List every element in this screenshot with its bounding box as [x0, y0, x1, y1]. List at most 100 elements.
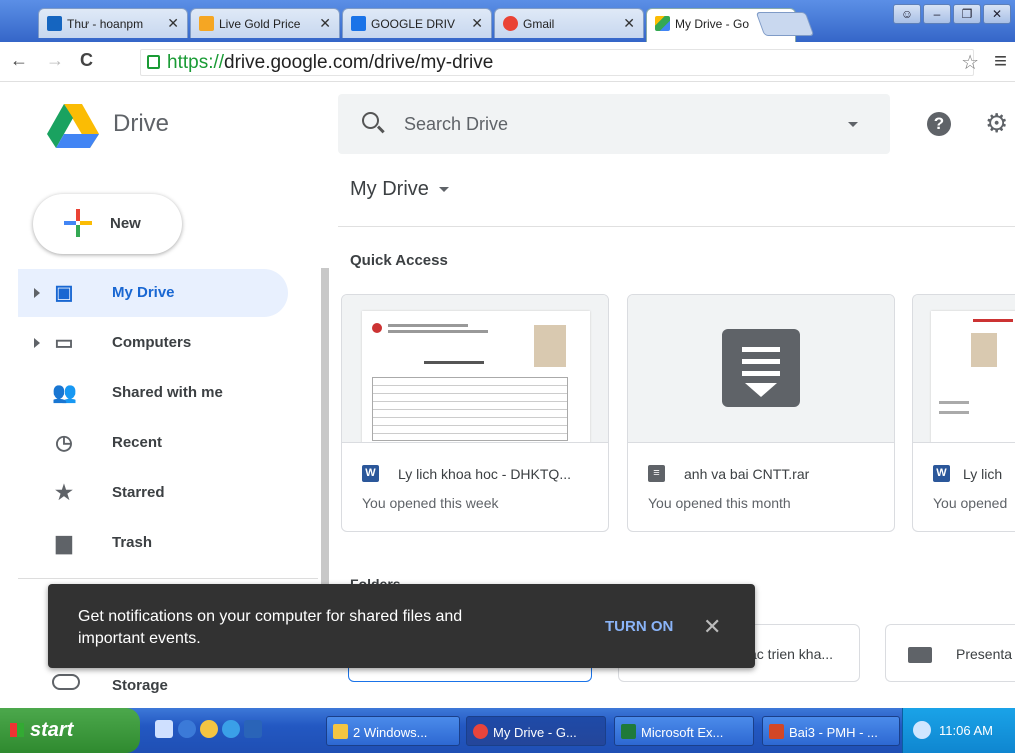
trash-icon: ▆ — [56, 532, 72, 554]
forward-icon[interactable]: → — [46, 50, 64, 71]
page-title[interactable]: My Drive — [350, 178, 449, 201]
header-divider — [338, 226, 1015, 227]
sidebar-item-label: Storage — [112, 677, 168, 694]
sidebar-item-my-drive[interactable]: ▣ My Drive — [18, 269, 288, 317]
taskbar-button[interactable]: Bai3 - PMH - ... — [762, 716, 900, 746]
tab-title: Live Gold Price — [219, 17, 301, 31]
browser-tab[interactable]: Live Gold Price ✕ — [190, 8, 340, 38]
reload-icon[interactable]: C — [80, 50, 93, 71]
window-controls: ☺ – ❐ ✕ — [893, 4, 1011, 24]
folder-name: Presenta — [956, 646, 1013, 662]
file-name: Ly lich — [963, 466, 1003, 482]
sidebar-item-label: Computers — [112, 334, 192, 351]
sidebar-item-label: Trash — [112, 534, 153, 551]
word-file-icon: W — [362, 465, 379, 482]
media-player-icon[interactable] — [178, 720, 196, 738]
close-tab-icon[interactable]: ✕ — [623, 15, 635, 32]
quick-access-card[interactable]: ≡ anh va bai CNTT.rar You opened this mo… — [627, 294, 895, 532]
search-options-chevron-icon[interactable] — [848, 122, 858, 127]
address-bar: ← → C https://drive.google.com/drive/my-… — [0, 42, 1015, 82]
last-opened-text: You opened — [933, 495, 1008, 511]
plus-icon — [64, 209, 92, 237]
chevron-down-icon — [438, 187, 449, 193]
quick-access-card[interactable]: W Ly lich You opened — [912, 294, 1015, 532]
tab-title: Thư - hoanpm — [67, 17, 144, 31]
url-scheme: https:// — [167, 52, 225, 73]
sidebar-item-shared-with-me[interactable]: 👥 Shared with me — [18, 369, 288, 417]
task-label: Microsoft Ex... — [641, 725, 724, 740]
user-icon[interactable]: ☺ — [893, 4, 921, 24]
taskbar-button[interactable]: 2 Windows... — [326, 716, 460, 746]
tab-title: Gmail — [523, 17, 555, 31]
expand-arrow-icon[interactable] — [34, 338, 40, 348]
close-tab-icon[interactable]: ✕ — [319, 15, 331, 32]
browser-tab[interactable]: Thư - hoanpm ✕ — [38, 8, 188, 38]
computers-icon: ▭ — [54, 332, 74, 354]
bookmark-star-icon[interactable]: ☆ — [961, 50, 979, 75]
taskbar-button-active[interactable]: My Drive - G... — [466, 716, 606, 746]
browser-tab[interactable]: GOOGLE DRIV ✕ — [342, 8, 492, 38]
last-opened-text: You opened this week — [362, 495, 499, 511]
messenger-icon[interactable] — [200, 720, 218, 738]
close-tab-icon[interactable]: ✕ — [471, 15, 483, 32]
sidebar-scrollbar[interactable] — [321, 268, 329, 598]
outlook-icon — [47, 16, 62, 31]
show-desktop-icon[interactable] — [155, 720, 173, 738]
cloud-icon — [52, 674, 80, 690]
browser-tab[interactable]: Gmail ✕ — [494, 8, 644, 38]
sidebar-item-computers[interactable]: ▭ Computers — [18, 319, 288, 367]
search-box[interactable]: Search Drive — [338, 94, 890, 154]
new-button-label: New — [110, 215, 141, 232]
drive-favicon-icon — [655, 16, 670, 31]
maximize-icon[interactable]: ❐ — [953, 4, 981, 24]
search-input[interactable]: Search Drive — [404, 114, 508, 135]
url-field[interactable]: https://drive.google.com/drive/my-drive — [140, 49, 974, 76]
task-label: 2 Windows... — [353, 725, 428, 740]
taskbar-button[interactable]: Microsoft Ex... — [614, 716, 754, 746]
browser-tab-bar: Thư - hoanpm ✕ Live Gold Price ✕ GOOGLE … — [0, 0, 1015, 42]
sidebar-item-label: My Drive — [112, 284, 175, 301]
docs-icon — [351, 16, 366, 31]
drive-icon: ▣ — [54, 282, 74, 304]
turn-on-button[interactable]: TURN ON — [605, 618, 673, 635]
expand-arrow-icon[interactable] — [34, 288, 40, 298]
task-label: My Drive - G... — [493, 725, 577, 740]
back-icon[interactable]: ← — [10, 50, 28, 71]
close-tab-icon[interactable]: ✕ — [167, 15, 179, 32]
people-icon: 👥 — [52, 382, 77, 404]
network-icon[interactable] — [913, 721, 931, 739]
clock-icon: ◷ — [55, 432, 73, 454]
close-window-icon[interactable]: ✕ — [983, 4, 1011, 24]
close-icon[interactable]: ✕ — [703, 614, 721, 640]
browser-menu-icon[interactable]: ≡ — [994, 48, 1007, 74]
app-name: Drive — [113, 110, 170, 137]
tab-title: My Drive - Go — [675, 17, 750, 31]
minimize-icon[interactable]: – — [923, 4, 951, 24]
page-title-text: My Drive — [350, 178, 429, 200]
google-icon — [503, 16, 518, 31]
clock[interactable]: 11:06 AM — [939, 723, 993, 738]
notification-snackbar: Get notifications on your computer for s… — [48, 584, 755, 668]
sidebar-item-starred[interactable]: ★ Starred — [18, 469, 288, 517]
help-icon[interactable]: ? — [927, 112, 951, 136]
document-preview — [931, 311, 1015, 442]
internet-explorer-icon[interactable] — [222, 720, 240, 738]
star-icon: ★ — [55, 482, 73, 504]
new-tab-button[interactable] — [755, 12, 815, 36]
folder-item[interactable]: Presenta — [885, 624, 1015, 682]
gear-icon[interactable]: ⚙ — [985, 110, 1008, 136]
sidebar-item-label: Starred — [112, 484, 165, 501]
sidebar-divider — [18, 578, 318, 579]
sidebar-item-recent[interactable]: ◷ Recent — [18, 419, 288, 467]
snackbar-message: Get notifications on your computer for s… — [78, 608, 463, 647]
file-name: anh va bai CNTT.rar — [684, 466, 810, 482]
app-shortcut-icon[interactable] — [244, 720, 262, 738]
start-button[interactable]: start — [0, 708, 140, 753]
powerpoint-icon — [769, 724, 784, 739]
new-button[interactable]: New — [33, 194, 182, 254]
last-opened-text: You opened this month — [648, 495, 791, 511]
search-icon[interactable] — [362, 112, 379, 129]
start-label: start — [30, 719, 74, 741]
quick-access-card[interactable]: W Ly lich khoa hoc - DHKTQ... You opened… — [341, 294, 609, 532]
sidebar-item-trash[interactable]: ▆ Trash — [18, 519, 288, 567]
